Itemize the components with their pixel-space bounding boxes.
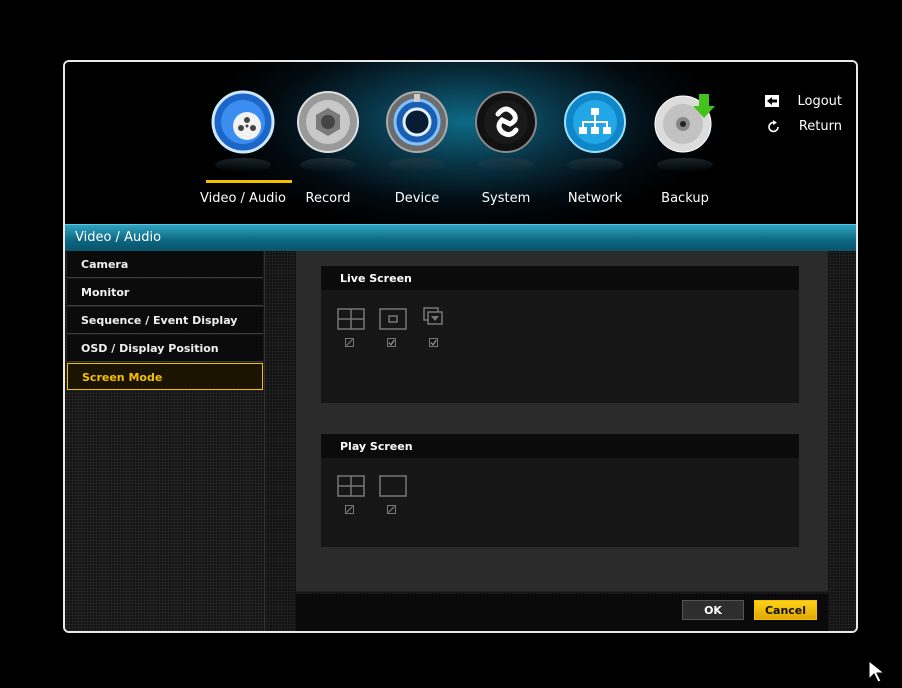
play-quad-checkbox[interactable] [345,505,354,514]
live-mode-single[interactable] [379,308,407,347]
disc-download-icon [653,90,717,154]
sidebar-item-sequence-event-display[interactable]: Sequence / Event Display [67,307,263,334]
section-title: Video / Audio [75,230,162,245]
system-swirl-icon [474,90,538,154]
settings-window: Video / Audio Record Device System Netwo… [63,60,858,633]
menu-network[interactable]: Network [555,90,635,210]
single-center-icon [379,308,407,330]
live-screen-group: Live Screen [321,266,799,403]
icon-reflection [389,158,445,172]
sidebar-item-camera[interactable]: Camera [67,251,263,278]
menu-record[interactable]: Record [288,90,368,210]
content-area: Live Screen Play Screen OK Cancel [265,251,856,631]
menu-system[interactable]: System [466,90,546,210]
play-screen-title: Play Screen [321,434,799,458]
live-quad-checkbox[interactable] [345,338,354,347]
sidebar-item-monitor[interactable]: Monitor [67,279,263,306]
network-tree-icon [563,90,627,154]
live-pip-checkbox[interactable] [429,338,438,347]
live-screen-title: Live Screen [321,266,799,290]
icon-reflection [567,158,623,172]
cancel-button[interactable]: Cancel [754,600,817,620]
logout-label: Logout [797,94,842,109]
return-label: Return [798,119,842,134]
camera-aperture-icon [296,90,360,154]
active-indicator [206,180,292,183]
logout-link[interactable]: Logout [763,94,842,109]
icon-reflection [657,158,713,172]
menu-label: Backup [661,191,709,206]
quad-split-icon [337,475,365,497]
play-mode-quad[interactable] [337,475,365,514]
icon-reflection [478,158,534,172]
top-menu-bar: Video / Audio Record Device System Netwo… [65,62,856,224]
menu-device[interactable]: Device [377,90,457,210]
menu-label: System [481,191,531,206]
film-reel-icon [211,90,275,154]
device-dial-icon [385,90,449,154]
menu-label: Device [394,191,440,206]
menu-video-audio[interactable]: Video / Audio [200,90,292,210]
icon-reflection [300,158,356,172]
sidebar-item-osd-display-position[interactable]: OSD / Display Position [67,335,263,362]
menu-backup[interactable]: Backup [645,90,725,210]
mouse-pointer-icon [868,659,890,688]
live-mode-pip[interactable] [421,306,449,347]
logout-arrow-icon [763,94,781,109]
pip-overlap-icon [423,307,443,325]
button-bar [296,594,828,631]
live-mode-quad[interactable] [337,308,365,347]
return-link[interactable]: Return [765,119,842,134]
icon-reflection [215,158,271,172]
live-single-checkbox[interactable] [387,338,396,347]
section-header: Video / Audio [65,224,856,251]
play-full-checkbox[interactable] [387,505,396,514]
menu-label: Network [567,191,623,206]
sidebar-item-screen-mode[interactable]: Screen Mode [67,363,263,390]
play-screen-group: Play Screen [321,434,799,547]
menu-label: Record [305,191,351,206]
ok-button[interactable]: OK [682,600,744,620]
full-single-icon [379,475,407,497]
quad-split-icon [337,308,365,330]
sidebar: Camera Monitor Sequence / Event Display … [65,251,265,631]
play-mode-full[interactable] [379,475,407,514]
return-arrow-icon [765,119,783,134]
